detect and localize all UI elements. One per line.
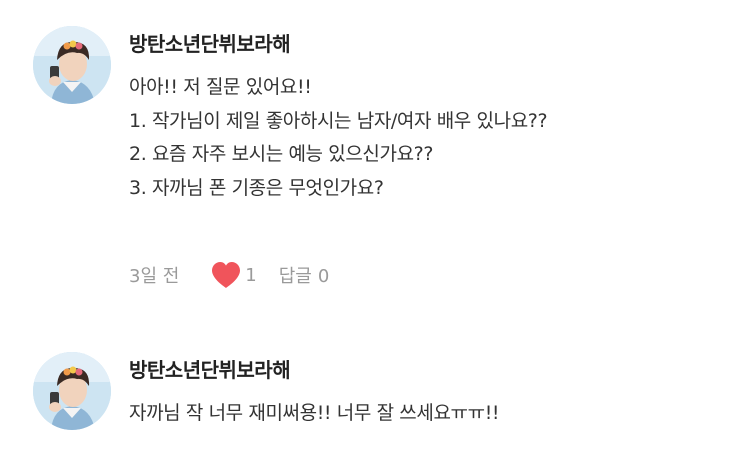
reply-label: 답글 — [278, 266, 312, 287]
comment-text-line: 2. 요즘 자주 보시는 예능 있으신가요?? — [129, 143, 434, 165]
comment-text-line: 아아!! 저 질문 있어요!! — [129, 76, 312, 98]
comment-author[interactable]: 방탄소년단뷔보라해 — [129, 354, 291, 383]
comment-item: 방탄소년단뷔보라해 자까님 작 너무 재미써용!! 너무 잘 쓰세요ㅠㅠ!! — [0, 330, 742, 450]
comment-timestamp: 3일 전 — [129, 266, 180, 287]
comment-body: 자까님 작 너무 재미써용!! 너무 잘 쓰세요ㅠㅠ!! — [129, 399, 729, 433]
reply-button[interactable]: 답글 0 — [279, 262, 330, 288]
like-count: 1 — [245, 264, 257, 286]
comment-item: 방탄소년단뷔보라해 아아!! 저 질문 있어요!! 1. 작가님이 제일 좋아하… — [0, 0, 742, 310]
comment-text-line: 자까님 작 너무 재미써용!! 너무 잘 쓰세요ㅠㅠ!! — [129, 402, 500, 424]
avatar-photo — [33, 26, 111, 104]
avatar[interactable] — [33, 352, 111, 430]
comment-text-line: 3. 자까님 폰 기종은 무엇인가요? — [129, 176, 384, 199]
comment-meta: 3일 전 1 답글 0 — [129, 260, 329, 290]
avatar-photo — [33, 352, 111, 430]
like-button[interactable]: 1 — [209, 260, 257, 290]
reply-count: 0 — [317, 266, 330, 287]
heart-icon — [212, 262, 241, 288]
comment-author[interactable]: 방탄소년단뷔보라해 — [129, 28, 291, 57]
comment-body: 아아!! 저 질문 있어요!! 1. 작가님이 제일 좋아하시는 남자/여자 배… — [129, 73, 729, 207]
avatar[interactable] — [33, 26, 111, 104]
comment-text-line: 1. 작가님이 제일 좋아하시는 남자/여자 배우 있나요?? — [129, 109, 548, 132]
